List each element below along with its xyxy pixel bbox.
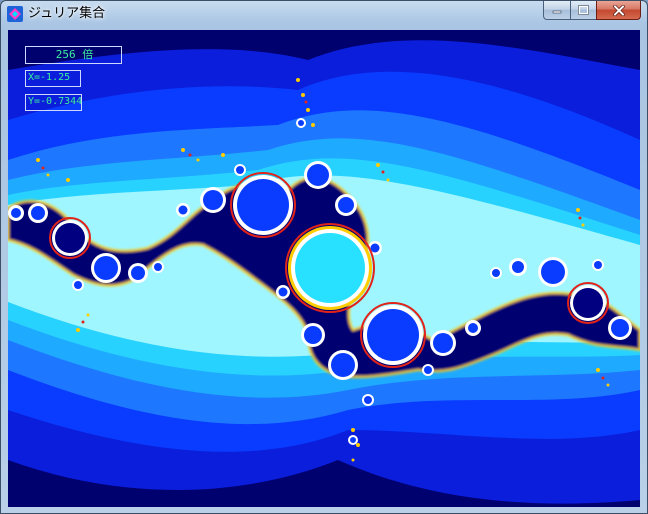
minimize-icon bbox=[552, 10, 562, 14]
julia-set-render[interactable] bbox=[8, 30, 640, 507]
app-diamond-icon bbox=[7, 6, 23, 22]
y-coordinate-readout: Y=-0.7344 bbox=[25, 94, 82, 111]
window-title: ジュリア集合 bbox=[28, 6, 106, 21]
close-button[interactable] bbox=[596, 1, 641, 20]
maximize-button[interactable] bbox=[570, 1, 596, 20]
close-icon bbox=[612, 4, 625, 16]
app-window: ジュリア集合 256 倍 X=-1.25 Y=-0.7344 bbox=[0, 0, 648, 514]
caption-buttons bbox=[543, 1, 641, 21]
x-coordinate-readout: X=-1.25 bbox=[25, 70, 81, 87]
zoom-readout: 256 倍 bbox=[25, 46, 122, 64]
title-bar[interactable]: ジュリア集合 bbox=[1, 1, 647, 29]
minimize-button[interactable] bbox=[543, 1, 570, 20]
maximize-icon bbox=[578, 5, 589, 15]
fractal-canvas[interactable]: 256 倍 X=-1.25 Y=-0.7344 bbox=[8, 30, 640, 507]
